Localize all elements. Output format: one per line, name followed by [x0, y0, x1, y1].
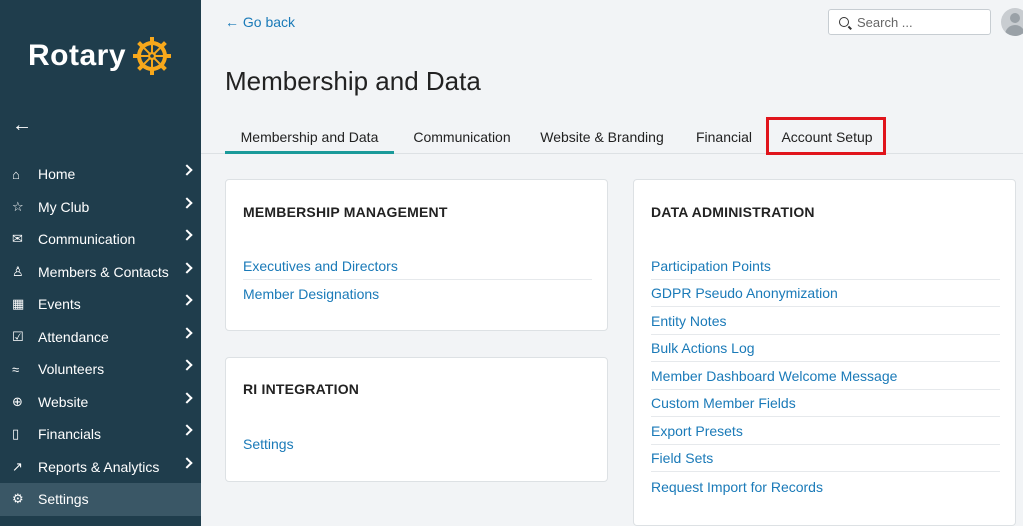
sidebar-item-attendance[interactable]: ☑ Attendance	[0, 321, 201, 354]
chevron-right-icon	[181, 294, 193, 306]
link-bulk-actions-log[interactable]: Bulk Actions Log	[651, 335, 1000, 362]
sidebar-item-label: Volunteers	[38, 361, 105, 378]
person-icon: ♙	[12, 263, 24, 279]
page-title: Membership and Data	[225, 66, 481, 96]
document-icon: ▯	[12, 426, 20, 442]
sidebar-item-label: Members & Contacts	[38, 263, 169, 280]
chevron-right-icon	[181, 229, 193, 241]
link-member-dashboard-welcome-message[interactable]: Member Dashboard Welcome Message	[651, 363, 1000, 390]
chevron-right-icon	[181, 261, 193, 274]
sidebar-item-settings[interactable]: ⚙ Settings	[0, 483, 201, 516]
chevron-right-icon	[181, 164, 193, 176]
sidebar-item-label: Settings	[38, 491, 89, 508]
sidebar-item-members-contacts[interactable]: ♙ Members & Contacts	[0, 256, 201, 289]
link-executives-and-directors[interactable]: Executives and Directors	[243, 253, 592, 280]
chevron-right-icon	[181, 359, 193, 371]
link-settings[interactable]: Settings	[243, 430, 592, 457]
sidebar-item-label: Reports & Analytics	[38, 458, 160, 475]
globe-icon: ⊕	[12, 393, 23, 409]
link-member-designations[interactable]: Member Designations	[243, 280, 592, 307]
star-icon: ☆	[12, 198, 24, 214]
tab-membership-and-data[interactable]: Membership and Data	[225, 118, 394, 154]
search-input[interactable]: Search ...	[828, 9, 991, 35]
tab-website-branding[interactable]: Website & Branding	[537, 118, 667, 154]
card-title: MEMBERSHIP MANAGEMENT	[243, 204, 448, 220]
chart-icon: ↗	[12, 458, 23, 474]
top-bar: ← Go back Search ...	[201, 0, 1023, 44]
sidebar-item-my-club[interactable]: ☆ My Club	[0, 191, 201, 224]
chevron-right-icon	[181, 456, 193, 469]
envelope-icon: ✉	[12, 231, 23, 247]
sidebar-item-reports-analytics[interactable]: ↗ Reports & Analytics	[0, 451, 201, 484]
highlight-box	[766, 117, 886, 155]
data-administration-card: DATA ADMINISTRATION Participation Points…	[633, 179, 1016, 526]
chevron-right-icon	[181, 391, 193, 404]
link-participation-points[interactable]: Participation Points	[651, 253, 1000, 280]
rotary-wheel-icon	[133, 37, 172, 75]
chevron-right-icon	[181, 196, 193, 209]
sidebar-item-label: Financials	[38, 426, 102, 443]
gear-icon: ⚙	[12, 491, 24, 507]
settings-tabs: Membership and Data Communication Websit…	[201, 118, 1023, 154]
search-placeholder: Search ...	[857, 14, 913, 30]
sidebar-nav: ⌂ Home ☆ My Club ✉ Communication ♙ Membe…	[0, 158, 201, 516]
sidebar-item-label: Home	[38, 166, 76, 183]
tab-communication[interactable]: Communication	[407, 118, 517, 154]
calendar-icon: ▦	[12, 296, 25, 312]
ri-integration-card: RI INTEGRATION Settings	[225, 357, 608, 482]
membership-management-card: MEMBERSHIP MANAGEMENT Executives and Dir…	[225, 179, 608, 331]
link-request-import-for-records[interactable]: Request Import for Records	[651, 473, 1000, 500]
link-gdpr-pseudo-anonymization[interactable]: GDPR Pseudo Anonymization	[651, 280, 1000, 307]
sidebar-item-label: My Club	[38, 198, 90, 215]
link-export-presets[interactable]: Export Presets	[651, 418, 1000, 445]
tab-financial[interactable]: Financial	[689, 118, 759, 154]
sidebar-item-financials[interactable]: ▯ Financials	[0, 418, 201, 451]
rotary-logo[interactable]: Rotary	[28, 36, 172, 76]
link-entity-notes[interactable]: Entity Notes	[651, 308, 1000, 335]
sidebar-item-communication[interactable]: ✉ Communication	[0, 223, 201, 256]
collapse-sidebar-arrow-icon[interactable]: ←	[12, 114, 32, 137]
main-content: ← Go back Search ... Membership and Data…	[201, 0, 1023, 526]
go-back-link[interactable]: ← Go back	[225, 14, 295, 30]
sidebar-item-label: Website	[38, 393, 89, 410]
home-icon: ⌂	[12, 166, 20, 182]
sidebar-item-volunteers[interactable]: ≈ Volunteers	[0, 353, 201, 386]
card-title: RI INTEGRATION	[243, 381, 360, 397]
logo-text: Rotary	[28, 39, 127, 72]
chevron-right-icon	[181, 424, 193, 436]
volunteer-icon: ≈	[12, 361, 20, 377]
avatar[interactable]	[1001, 8, 1023, 36]
chevron-right-icon	[181, 326, 193, 339]
search-icon	[839, 17, 849, 27]
sidebar-item-website[interactable]: ⊕ Website	[0, 386, 201, 419]
sidebar: Rotary ← ⌂ Home ☆ My Club ✉ Communicatio…	[0, 0, 201, 526]
checkbox-icon: ☑	[12, 328, 24, 344]
sidebar-item-home[interactable]: ⌂ Home	[0, 158, 201, 191]
card-title: DATA ADMINISTRATION	[651, 204, 815, 220]
sidebar-item-events[interactable]: ▦ Events	[0, 288, 201, 321]
sidebar-item-label: Attendance	[38, 328, 109, 345]
link-field-sets[interactable]: Field Sets	[651, 445, 1000, 472]
sidebar-item-label: Communication	[38, 231, 136, 248]
sidebar-item-label: Events	[38, 296, 81, 313]
link-custom-member-fields[interactable]: Custom Member Fields	[651, 390, 1000, 417]
